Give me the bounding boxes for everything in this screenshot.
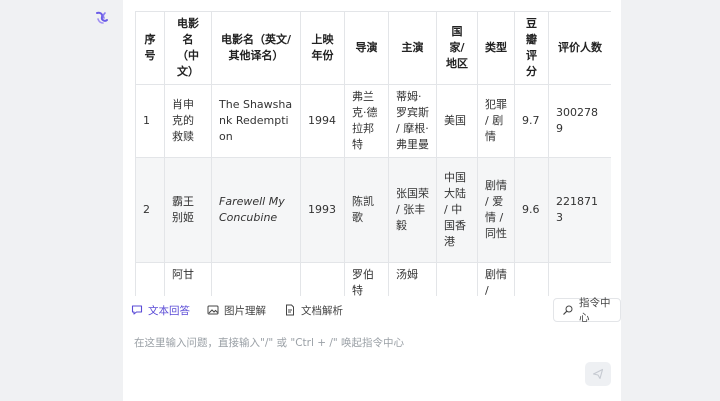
image-understanding-button[interactable]: 图片理解 xyxy=(207,299,266,321)
table-cell: 罗伯特 xyxy=(344,262,389,296)
movie-table-container[interactable]: 序号 电影名（中文） 电影名（英文/其他译名） 上映年份 导演 主演 国家/地区… xyxy=(135,0,611,296)
table-cell xyxy=(135,262,165,296)
table-cell xyxy=(514,262,549,296)
table-cell: Farewell My Concubine xyxy=(211,157,301,263)
table-header-row: 序号 电影名（中文） 电影名（英文/其他译名） 上映年份 导演 主演 国家/地区… xyxy=(135,11,611,85)
table-cell: 美国 xyxy=(436,84,478,158)
text-answer-button[interactable]: 文本回答 xyxy=(131,299,190,321)
table-cell xyxy=(548,262,611,296)
col-header: 上映年份 xyxy=(300,11,345,85)
table-cell: 陈凯歌 xyxy=(344,157,389,263)
col-header: 导演 xyxy=(344,11,389,85)
command-center-button[interactable]: 指令中心 xyxy=(553,297,621,324)
table-cell: 弗兰克·德拉邦特 xyxy=(344,84,389,158)
col-header: 类型 xyxy=(477,11,515,85)
question-input-placeholder[interactable]: 在这里输入问题，直接输入"/" 或 "Ctrl + /" 唤起指令中心 xyxy=(134,335,404,350)
send-icon xyxy=(592,368,604,380)
image-icon xyxy=(207,304,219,316)
col-header: 主演 xyxy=(388,11,437,85)
table-row: 2 霸王别姬 Farewell My Concubine 1993 陈凯歌 张国… xyxy=(135,157,611,263)
command-search-icon xyxy=(562,304,574,316)
table-cell: 张国荣 / 张丰毅 xyxy=(388,157,437,263)
table-cell: 3002789 xyxy=(548,84,611,158)
send-button[interactable] xyxy=(585,362,611,386)
col-header: 电影名（英文/其他译名） xyxy=(211,11,301,85)
col-header: 豆瓣评分 xyxy=(514,11,549,85)
table-cell: 中国大陆 / 中国香港 xyxy=(436,157,478,263)
table-row: 1 肖申克的救赎 The Shawshank Redemption 1994 弗… xyxy=(135,84,611,158)
app-logo-icon xyxy=(96,11,108,24)
table-cell: 汤姆 xyxy=(388,262,437,296)
document-icon xyxy=(284,304,296,316)
table-cell: 9.6 xyxy=(514,157,549,263)
table-cell: The Shawshank Redemption xyxy=(211,84,301,158)
chat-bubble-icon xyxy=(131,304,143,316)
table-cell: 蒂姆·罗宾斯 / 摩根·弗里曼 xyxy=(388,84,437,158)
table-cell: 肖申克的救赎 xyxy=(164,84,212,158)
table-cell: 阿甘 xyxy=(164,262,212,296)
table-cell xyxy=(300,262,345,296)
table-cell xyxy=(211,262,301,296)
doc-parsing-button[interactable]: 文档解析 xyxy=(284,299,343,321)
input-toolbar: 文本回答 图片理解 文档解析 指令中心 xyxy=(123,297,621,324)
table-cell: 2218713 xyxy=(548,157,611,263)
col-header: 序号 xyxy=(135,11,165,85)
table-cell: 剧情 / 爱情 / 同性 xyxy=(477,157,515,263)
table-cell: 剧情 / xyxy=(477,262,515,296)
table-cell: 9.7 xyxy=(514,84,549,158)
movie-table: 序号 电影名（中文） 电影名（英文/其他译名） 上映年份 导演 主演 国家/地区… xyxy=(135,11,611,296)
col-header: 国家/地区 xyxy=(436,11,478,85)
table-cell: 1993 xyxy=(300,157,345,263)
text-answer-label: 文本回答 xyxy=(148,304,190,317)
table-cell: 1 xyxy=(135,84,165,158)
doc-parsing-label: 文档解析 xyxy=(301,304,343,317)
command-center-label: 指令中心 xyxy=(579,297,611,324)
col-header: 电影名（中文） xyxy=(164,11,212,85)
table-cell: 犯罪 / 剧情 xyxy=(477,84,515,158)
table-row: 阿甘 罗伯特 汤姆 剧情 / xyxy=(135,262,611,296)
table-cell xyxy=(436,262,478,296)
table-cell: 2 xyxy=(135,157,165,263)
image-understanding-label: 图片理解 xyxy=(224,304,266,317)
table-cell: 1994 xyxy=(300,84,345,158)
col-header: 评价人数 xyxy=(548,11,611,85)
table-cell: 霸王别姬 xyxy=(164,157,212,263)
